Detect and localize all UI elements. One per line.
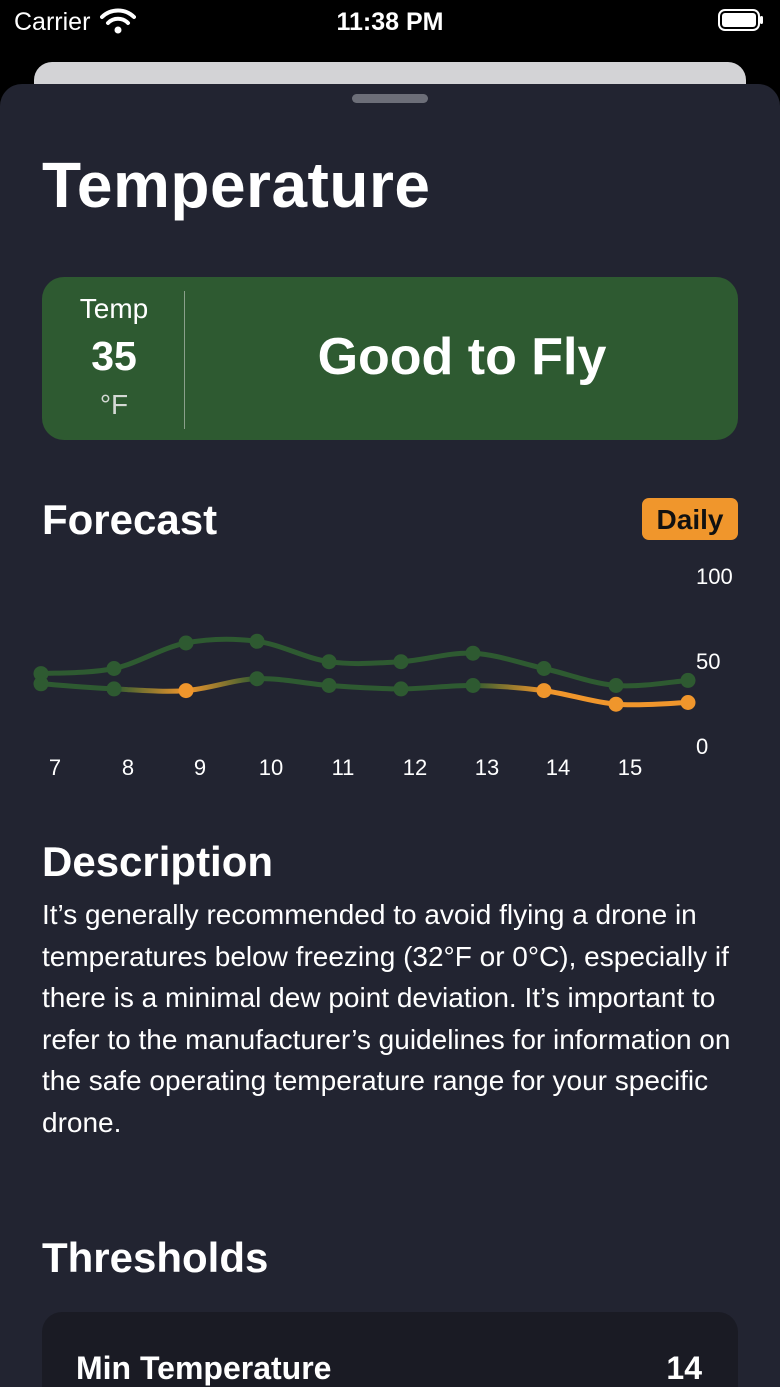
- y-tick-label: 50: [696, 649, 720, 674]
- sheet-grabber[interactable]: [352, 94, 428, 103]
- status-time: 11:38 PM: [336, 8, 444, 36]
- x-tick-label: 13: [475, 755, 499, 780]
- x-tick-label: 12: [403, 755, 427, 780]
- data-point: [465, 645, 481, 661]
- forecast-chart: 100 50 0 7 8 9 10 11 12 13 14 15: [33, 564, 733, 780]
- x-tick-label: 15: [618, 755, 642, 780]
- x-tick-label: 14: [546, 755, 570, 780]
- description-title: Description: [42, 838, 274, 885]
- data-point: [178, 635, 194, 651]
- x-tick-label: 11: [332, 755, 355, 780]
- fly-status: Good to Fly: [317, 328, 607, 386]
- description-text: It’s generally recommended to avoid flyi…: [42, 899, 731, 1138]
- detail-sheet[interactable]: Temperature Temp 35 °F Good to Fly Forec…: [0, 84, 780, 1387]
- threshold-card: Min Temperature 14: [42, 1312, 738, 1387]
- data-point: [536, 661, 552, 676]
- battery-icon: [718, 9, 763, 31]
- series-line: [38, 636, 691, 689]
- x-tick-label: 7: [49, 755, 61, 780]
- data-point: [608, 678, 624, 693]
- x-tick-label: 8: [122, 755, 134, 780]
- x-tick-label: 9: [194, 755, 206, 780]
- card-divider: [184, 291, 185, 429]
- data-point: [680, 672, 696, 688]
- page-title: Temperature: [42, 149, 431, 221]
- data-point: [106, 681, 122, 697]
- data-point: [33, 676, 49, 692]
- status-card: Temp 35 °F Good to Fly: [42, 277, 738, 440]
- daily-toggle-button[interactable]: Daily: [642, 498, 738, 540]
- threshold-label: Min Temperature: [76, 1350, 332, 1386]
- data-point: [465, 678, 481, 693]
- y-tick-label: 0: [696, 734, 708, 759]
- x-tick-label: 10: [259, 755, 283, 780]
- data-point: [393, 654, 409, 670]
- temp-label: Temp: [79, 293, 149, 324]
- forecast-title: Forecast: [42, 496, 218, 543]
- data-point: [393, 681, 409, 697]
- temp-unit: °F: [99, 389, 129, 420]
- temp-value: 35: [91, 333, 137, 379]
- data-point: [680, 695, 696, 710]
- data-point: [321, 654, 337, 670]
- data-point: [249, 633, 265, 649]
- data-point: [608, 696, 624, 712]
- data-point: [249, 671, 265, 687]
- threshold-value: 14: [666, 1350, 702, 1386]
- data-point: [321, 678, 337, 693]
- y-tick-label: 100: [696, 564, 733, 589]
- status-bar: Carrier 11:38 PM: [0, 0, 780, 44]
- thresholds-title: Thresholds: [42, 1234, 269, 1281]
- data-point: [106, 661, 122, 676]
- data-point: [536, 683, 552, 699]
- data-point: [178, 683, 194, 699]
